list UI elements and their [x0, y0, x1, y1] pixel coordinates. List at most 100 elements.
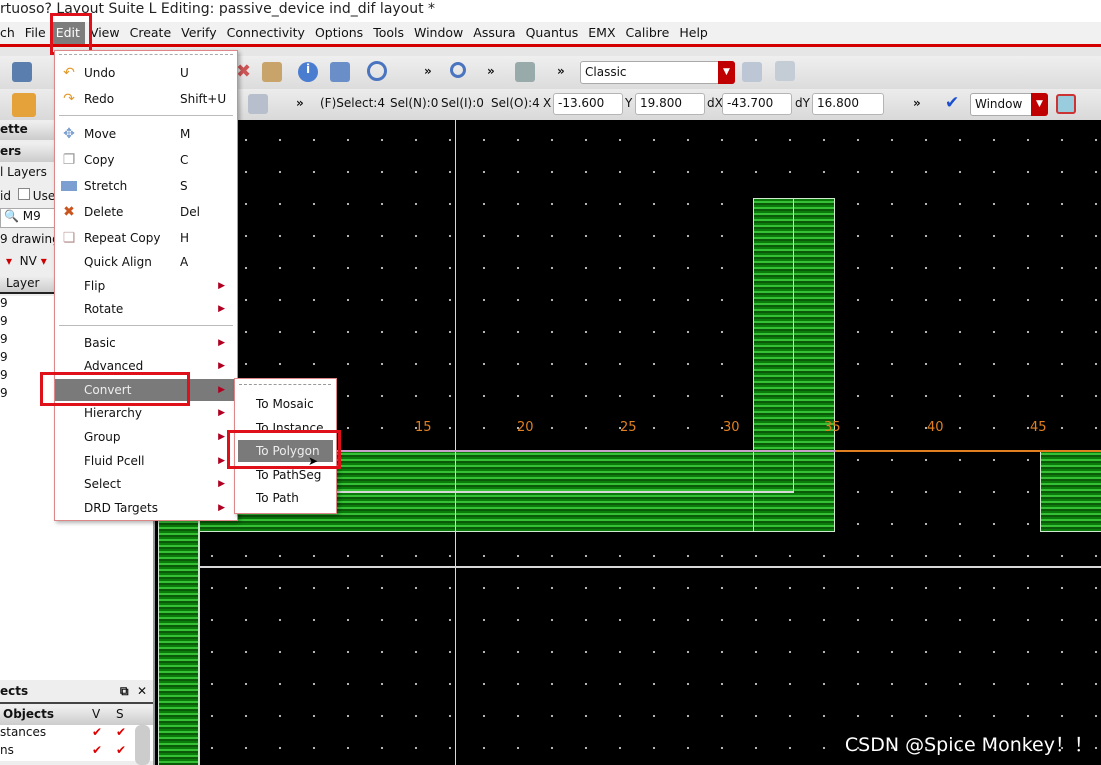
menu-launch[interactable]: ch: [0, 22, 20, 44]
repeat-copy-icon: ❏: [62, 230, 76, 246]
menu-calibre[interactable]: Calibre: [621, 22, 675, 44]
ruler-label: 15: [415, 420, 432, 435]
menu-item-basic[interactable]: Basic ▶: [55, 332, 237, 354]
object-row[interactable]: ns ✔ ✔: [0, 743, 153, 761]
copy-ref-icon[interactable]: [262, 62, 282, 82]
chevron-down-icon: ▾: [6, 254, 13, 268]
menu-help[interactable]: Help: [674, 22, 713, 44]
ruler-label: 40: [927, 420, 944, 435]
y-field[interactable]: 19.800: [635, 93, 705, 115]
copy-icon: ❐: [62, 152, 76, 168]
menu-item-stretch[interactable]: Stretch S: [55, 175, 237, 197]
objects-scrollbar[interactable]: [135, 725, 150, 765]
toolbar-overflow-2[interactable]: »: [487, 64, 495, 78]
menu-assura[interactable]: Assura: [468, 22, 520, 44]
item-label: Rotate: [84, 302, 124, 316]
item-label: Stretch: [84, 179, 128, 193]
convert-highlight-box: [40, 372, 190, 406]
menu-connectivity[interactable]: Connectivity: [222, 22, 310, 44]
workspace-delete-icon[interactable]: [775, 61, 795, 81]
workspace-select[interactable]: Classic ▼: [580, 61, 735, 84]
metal-shape-vertical[interactable]: [753, 198, 835, 532]
objects-panel-header: ects ⧉ ✕: [0, 684, 153, 704]
visible-checkbox[interactable]: ✔: [92, 743, 102, 757]
item-shortcut: A: [180, 255, 189, 269]
object-row[interactable]: stances ✔ ✔: [0, 725, 153, 743]
menu-item-rotate[interactable]: Rotate ▶: [55, 298, 237, 320]
toolbar-overflow-4[interactable]: »: [296, 96, 304, 110]
float-icon[interactable]: ⧉: [120, 684, 129, 699]
menu-item-quick-align[interactable]: Quick Align A: [55, 251, 237, 273]
menu-options[interactable]: Options: [310, 22, 368, 44]
menu-item-fluid-pcell[interactable]: Fluid Pcell ▶: [55, 450, 237, 472]
fselect-count: (F)Select:4: [320, 96, 385, 110]
selectable-checkbox[interactable]: ✔: [116, 743, 126, 757]
menu-item-delete[interactable]: ✖ Delete Del: [55, 201, 237, 223]
dy-field[interactable]: 16.800: [812, 93, 884, 115]
axis-line-vertical: [455, 120, 456, 765]
chevron-down-icon: ▼: [1031, 93, 1048, 116]
view-mode-select[interactable]: Window ▼: [970, 93, 1048, 116]
toolbar-overflow-3[interactable]: »: [557, 64, 565, 78]
ruler-tool-icon[interactable]: [248, 94, 268, 114]
zoom-icon[interactable]: [450, 62, 466, 78]
submenu-item-to-path[interactable]: To Path: [238, 487, 333, 509]
submenu-item-to-mosaic[interactable]: To Mosaic: [238, 393, 333, 415]
menu-item-copy[interactable]: ❐ Copy C: [55, 149, 237, 171]
path-tool-icon[interactable]: [12, 93, 36, 117]
menu-quantus[interactable]: Quantus: [521, 22, 584, 44]
menu-item-flip[interactable]: Flip ▶: [55, 275, 237, 297]
selection-outline-horizontal: [335, 491, 794, 493]
x-field[interactable]: -13.600: [553, 93, 623, 115]
create-pin-icon[interactable]: [515, 62, 535, 82]
close-icon[interactable]: ✕: [137, 684, 147, 698]
used-checkbox[interactable]: [17, 188, 30, 200]
metal-shape-right[interactable]: [1040, 450, 1101, 532]
item-label: Flip: [84, 279, 106, 293]
toolbar-overflow[interactable]: »: [424, 64, 432, 78]
align-icon[interactable]: [330, 62, 350, 82]
menu-item-select[interactable]: Select ▶: [55, 473, 237, 495]
tear-off-line[interactable]: [239, 384, 331, 385]
toolbar-overflow-5[interactable]: »: [913, 96, 921, 110]
menu-item-redo[interactable]: ↷ Redo Shift+U: [55, 88, 237, 110]
selectable-checkbox[interactable]: ✔: [116, 725, 126, 739]
visible-checkbox[interactable]: ✔: [92, 725, 102, 739]
ruler-label: 20: [517, 420, 534, 435]
menu-tools[interactable]: Tools: [368, 22, 409, 44]
fit-window-icon[interactable]: [1056, 94, 1076, 114]
v-column-label: V: [92, 707, 101, 721]
delete-icon[interactable]: ✖: [236, 62, 256, 82]
menu-create[interactable]: Create: [125, 22, 177, 44]
sel-i-count: Sel(I):0: [441, 96, 484, 110]
sel-o-count: Sel(O):4: [491, 96, 540, 110]
menu-verify[interactable]: Verify: [176, 22, 221, 44]
menu-file[interactable]: File: [20, 22, 51, 44]
info-icon[interactable]: i: [298, 62, 318, 82]
menu-emx[interactable]: EMX: [583, 22, 620, 44]
object-name: ns: [0, 743, 14, 757]
menu-item-undo[interactable]: ↶ Undo U: [55, 62, 237, 84]
menu-item-drd-targets[interactable]: DRD Targets ▶: [55, 497, 237, 519]
dx-field[interactable]: -43.700: [722, 93, 792, 115]
ruler-label: 30: [723, 420, 740, 435]
s-column-label: S: [116, 707, 124, 721]
menu-item-move[interactable]: ✥ Move M: [55, 123, 237, 145]
menu-item-repeat-copy[interactable]: ❏ Repeat Copy H: [55, 227, 237, 249]
dy-label: dY: [795, 96, 810, 110]
menu-item-group[interactable]: Group ▶: [55, 426, 237, 448]
window-title: rtuoso? Layout Suite L Editing: passive_…: [0, 0, 1101, 22]
submenu-arrow-icon: ▶: [218, 361, 225, 371]
tear-off-line[interactable]: [59, 54, 233, 55]
workspace-save-icon[interactable]: [742, 62, 762, 82]
submenu-arrow-icon: ▶: [218, 503, 225, 513]
item-label: DRD Targets: [84, 501, 159, 515]
rotate-icon[interactable]: [367, 61, 387, 81]
save-icon[interactable]: [12, 62, 32, 82]
layer-column-label: Layer: [6, 276, 40, 290]
menu-separator: [59, 325, 233, 326]
item-label: Redo: [84, 92, 115, 106]
menu-window[interactable]: Window: [409, 22, 468, 44]
checkmark-icon[interactable]: ✔: [945, 93, 959, 113]
submenu-arrow-icon: ▶: [218, 304, 225, 314]
